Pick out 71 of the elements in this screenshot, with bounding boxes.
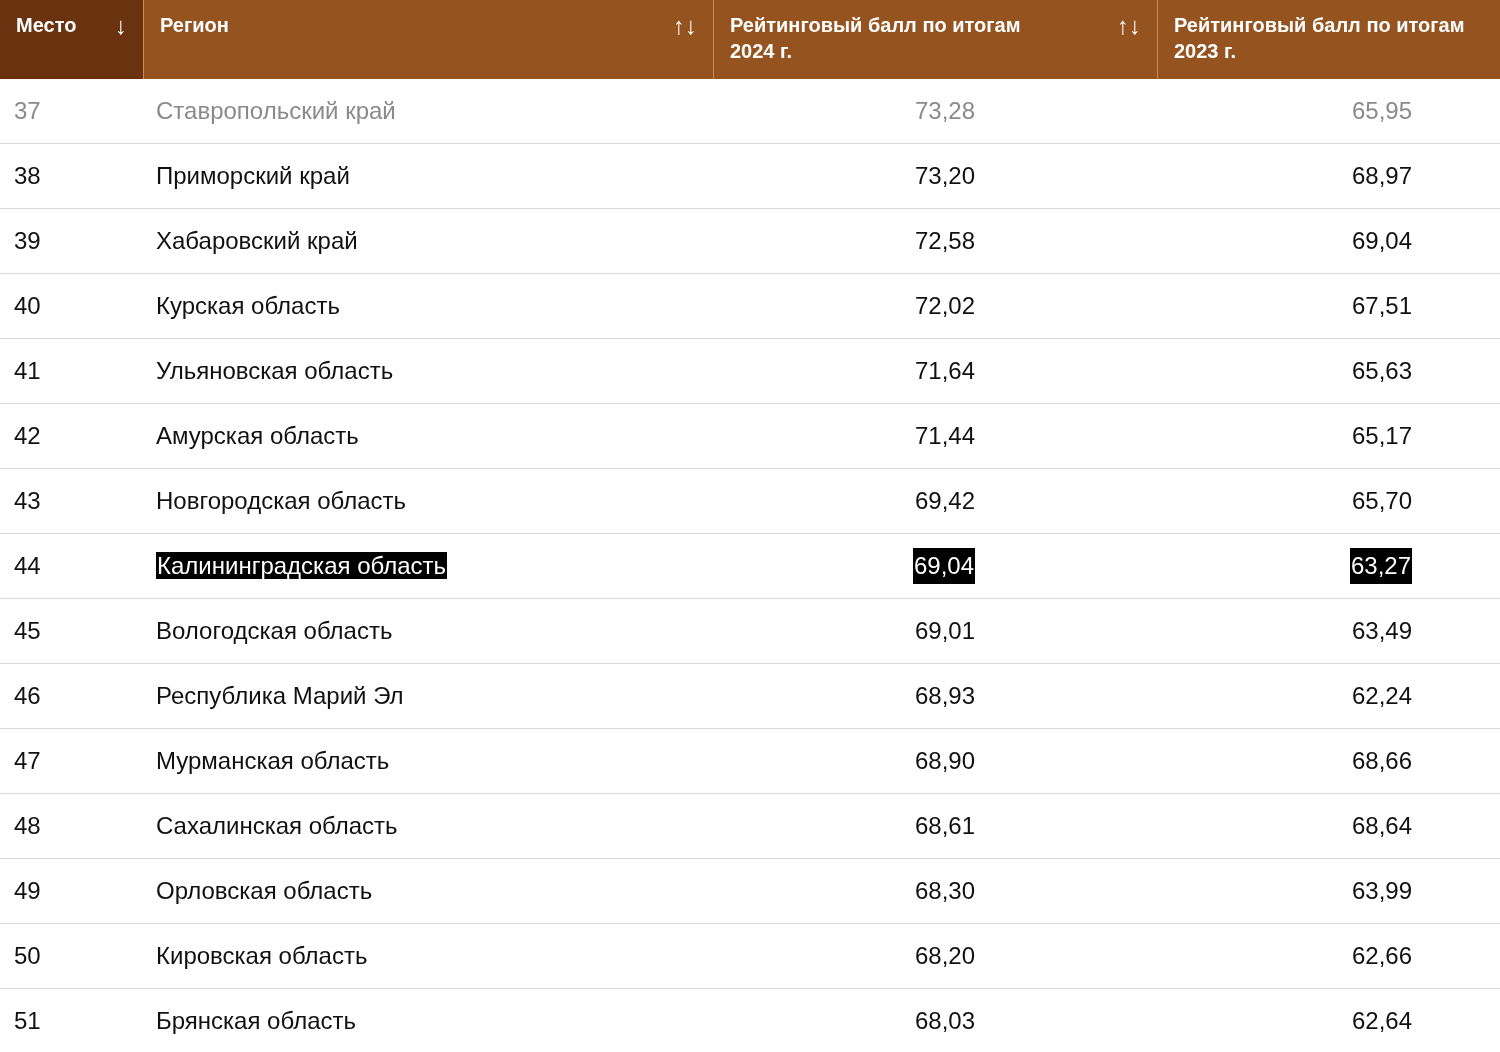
column-header[interactable]: Рейтинговый балл по итогам 2024 г. ↑↓ <box>713 0 1157 79</box>
column-header[interactable]: Место ↓ <box>0 0 143 79</box>
region-cell: Сахалинская область <box>156 812 398 839</box>
score-cell-text: 65,17 <box>1351 421 1412 451</box>
place-cell: 50 <box>14 942 41 969</box>
score-cell-text: 65,63 <box>1351 356 1412 386</box>
place-cell: 39 <box>14 227 41 254</box>
place-cell: 49 <box>14 877 41 904</box>
score-cell-text: 67,51 <box>1351 291 1412 321</box>
score-cell-text: 69,01 <box>914 616 975 646</box>
score-cell-text: 65,95 <box>1351 96 1412 126</box>
region-cell: Амурская область <box>156 422 359 449</box>
place-cell: 42 <box>14 422 41 449</box>
score-cell-text: 68,20 <box>914 941 975 971</box>
score-cell: 63,27 <box>1349 548 1412 584</box>
place-cell: 48 <box>14 812 41 839</box>
score-cell-text: 69,04 <box>1351 226 1412 256</box>
column-label: Место <box>16 13 77 38</box>
region-cell: Республика Марий Эл <box>156 682 404 709</box>
score-cell-text: 63,99 <box>1351 876 1412 906</box>
sort-icon[interactable]: ↑↓ <box>673 12 697 40</box>
place-cell: 38 <box>14 162 41 189</box>
place-cell: 37 <box>14 97 41 124</box>
place-cell: 41 <box>14 357 41 384</box>
column-header[interactable]: Регион ↑↓ <box>143 0 713 79</box>
region-cell: Приморский край <box>156 162 350 189</box>
score-cell-text: 72,02 <box>914 291 975 321</box>
column-label: Регион <box>160 13 229 38</box>
score-cell-text: 62,64 <box>1351 1006 1412 1036</box>
score-cell-text: 68,93 <box>914 681 975 711</box>
region-cell: Брянская область <box>156 1007 356 1034</box>
score-cell-text: 68,61 <box>914 811 975 841</box>
score-cell-text: 71,64 <box>914 356 975 386</box>
column-label: Рейтинговый балл по итогам 2024 г. <box>730 13 1022 64</box>
region-cell: Ставропольский край <box>156 97 396 124</box>
sort-icon[interactable]: ↑↓ <box>1117 12 1141 40</box>
region-cell: Калининградская область <box>156 552 447 579</box>
place-cell: 40 <box>14 292 41 319</box>
region-cell: Ульяновская область <box>156 357 394 384</box>
place-cell: 51 <box>14 1007 41 1034</box>
place-cell: 47 <box>14 747 41 774</box>
region-cell: Орловская область <box>156 877 373 904</box>
score-cell-text: 73,20 <box>914 161 975 191</box>
place-cell: 45 <box>14 617 41 644</box>
score-cell-text: 68,66 <box>1351 746 1412 776</box>
score-cell-text: 73,28 <box>914 96 975 126</box>
region-cell: Новгородская область <box>156 487 407 514</box>
place-cell: 46 <box>14 682 41 709</box>
score-cell-text: 68,03 <box>914 1006 975 1036</box>
sort-icon[interactable]: ↓ <box>115 12 127 40</box>
score-cell-text: 71,44 <box>914 421 975 451</box>
score-cell-text: 68,30 <box>914 876 975 906</box>
place-cell: 44 <box>14 552 41 579</box>
score-cell-text: 68,64 <box>1351 811 1412 841</box>
place-cell: 43 <box>14 487 41 514</box>
score-cell-text: 68,90 <box>914 746 975 776</box>
region-cell: Вологодская область <box>156 617 393 644</box>
score-cell-text: 62,24 <box>1351 681 1412 711</box>
score-cell-text: 63,49 <box>1351 616 1412 646</box>
region-cell: Мурманская область <box>156 747 390 774</box>
column-header[interactable]: Рейтинговый балл по итогам 2023 г. <box>1157 0 1500 79</box>
region-cell: Хабаровский край <box>156 227 358 254</box>
score-cell-text: 72,58 <box>914 226 975 256</box>
region-cell: Кировская область <box>156 942 368 969</box>
score-cell-text: 68,97 <box>1351 161 1412 191</box>
score-cell-text: 62,66 <box>1351 941 1412 971</box>
column-label: Рейтинговый балл по итогам 2023 г. <box>1174 13 1466 64</box>
score-cell: 69,04 <box>912 548 975 584</box>
score-cell-text: 65,70 <box>1351 486 1412 516</box>
score-cell-text: 69,42 <box>914 486 975 516</box>
region-cell: Курская область <box>156 292 340 319</box>
